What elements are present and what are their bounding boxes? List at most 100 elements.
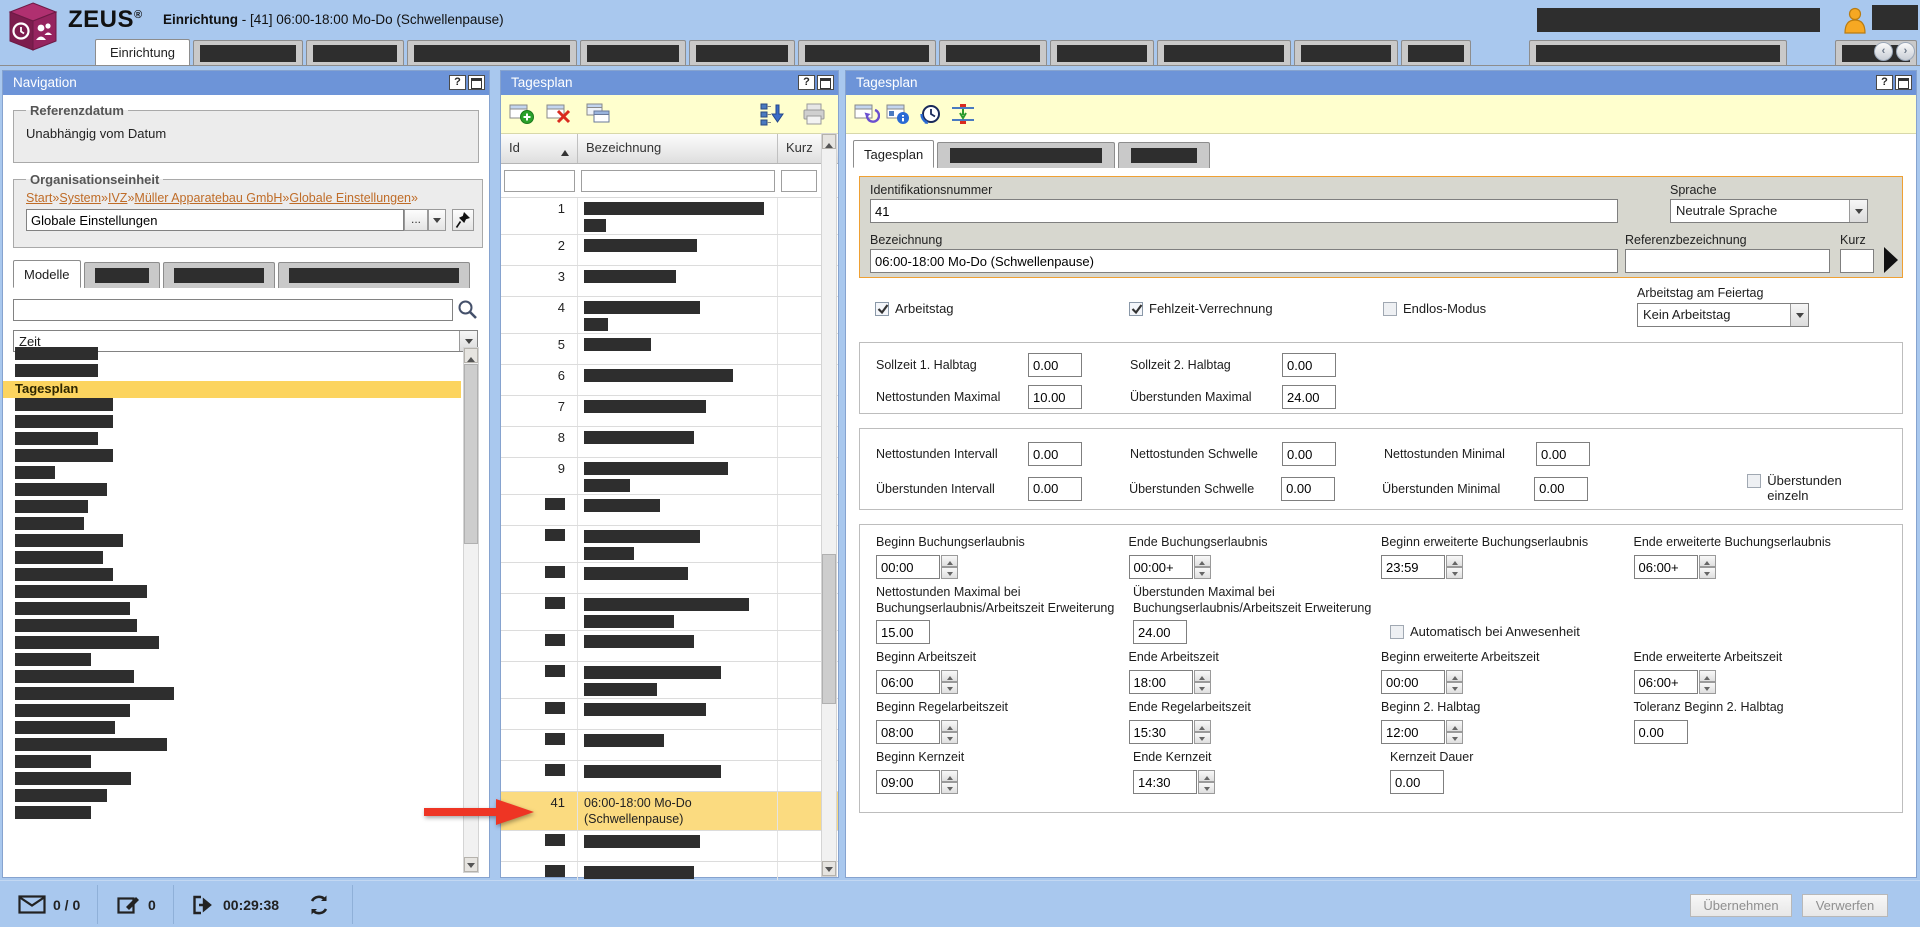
table-row[interactable]: 6 [501,365,838,396]
spin-down-icon[interactable] [941,682,958,694]
field-input[interactable] [1133,770,1197,794]
field-input[interactable] [876,620,930,644]
table-row[interactable]: 1 [501,198,838,235]
redacted-tab[interactable] [798,40,936,65]
refresh-status[interactable] [308,881,330,927]
list-item[interactable] [15,721,461,734]
redacted-tab[interactable] [306,40,404,65]
user-icon[interactable] [1842,7,1868,34]
expand-tree-icon[interactable] [759,102,785,126]
table-row[interactable]: 9 [501,458,838,495]
redacted-tab[interactable] [1118,142,1210,168]
field-input[interactable] [1028,442,1082,466]
list-item[interactable] [15,398,461,411]
breadcrumb-link[interactable]: System [59,191,101,205]
id-input[interactable] [870,199,1618,223]
spin-up-icon[interactable] [941,555,958,567]
redacted-tab[interactable] [163,262,275,288]
table-row[interactable] [501,563,838,594]
list-item[interactable] [15,619,461,632]
list-item[interactable] [15,704,461,717]
spinner-buttons[interactable] [941,670,958,694]
field-input[interactable] [1282,442,1336,466]
spin-down-icon[interactable] [1198,782,1215,794]
list-item[interactable] [15,585,461,598]
search-icon[interactable] [456,298,479,321]
redacted-tab[interactable] [84,262,160,288]
history-icon[interactable] [918,102,944,126]
table-row[interactable] [501,761,838,792]
field-input[interactable] [1381,720,1445,744]
print-icon[interactable] [801,102,827,126]
field-input[interactable] [1028,385,1082,409]
field-input[interactable] [1390,770,1444,794]
list-item[interactable] [15,806,461,819]
table-row[interactable]: 8 [501,427,838,458]
breadcrumb-link[interactable]: Müller Apparatebau GmbH [134,191,282,205]
spin-up-icon[interactable] [1446,670,1463,682]
spin-down-icon[interactable] [941,782,958,794]
checkbox-unchecked[interactable] [1383,302,1397,316]
checkbox-überstunden-einzeln[interactable]: Überstunden einzeln [1747,474,1886,503]
spinner-buttons[interactable] [1194,720,1211,744]
list-item[interactable] [15,466,461,479]
spinner-buttons[interactable] [1446,670,1463,694]
discard-button[interactable]: Verwerfen [1802,894,1888,917]
kurz-input[interactable] [1840,249,1874,273]
spinner-buttons[interactable] [1446,720,1463,744]
pin-button[interactable] [452,209,474,231]
list-item[interactable] [15,636,461,649]
spinner-buttons[interactable] [1446,555,1463,579]
table-row[interactable]: 4 [501,297,838,334]
reload-record-icon[interactable] [854,102,880,126]
spin-up-icon[interactable] [941,770,958,782]
spin-up-icon[interactable] [1194,720,1211,732]
table-row[interactable]: 3 [501,266,838,297]
spinner-buttons[interactable] [941,555,958,579]
redacted-tab[interactable] [1050,40,1154,65]
scroll-down-button[interactable] [822,861,836,876]
spin-up-icon[interactable] [1446,555,1463,567]
table-row[interactable]: 4106:00-18:00 Mo-Do (Schwellenpause) [501,792,838,831]
list-item[interactable] [15,755,461,768]
spin-down-icon[interactable] [1446,732,1463,744]
spin-down-icon[interactable] [941,567,958,579]
field-input[interactable] [1129,555,1193,579]
spinner-buttons[interactable] [1194,670,1211,694]
edit-status[interactable]: 0 [117,881,156,927]
spin-up-icon[interactable] [1198,770,1215,782]
checkbox-checked[interactable] [1129,302,1143,316]
spin-down-icon[interactable] [941,732,958,744]
spinner-buttons[interactable] [941,720,958,744]
checkbox-automatisch-bei-anwesenheit[interactable]: Automatisch bei Anwesenheit [1390,625,1580,639]
redacted-tab[interactable] [580,40,686,65]
mail-status[interactable]: 0 / 0 [18,881,80,927]
org-browse-button[interactable]: ... [404,209,428,231]
redacted-tab[interactable] [1401,40,1471,65]
field-input[interactable] [1282,353,1336,377]
field-input[interactable] [1129,670,1193,694]
column-header-kurz[interactable]: Kurz [778,134,822,163]
spinner-buttons[interactable] [1699,555,1716,579]
list-item[interactable] [15,653,461,666]
spin-down-icon[interactable] [1446,567,1463,579]
maximize-button[interactable] [1895,75,1912,90]
list-item[interactable] [15,449,461,462]
field-input[interactable] [1028,353,1082,377]
list-item[interactable] [15,568,461,581]
model-search-input[interactable] [13,299,453,321]
redacted-tab[interactable] [407,40,577,65]
table-row[interactable] [501,831,838,862]
expand-arrow-button[interactable] [1884,247,1898,273]
field-input[interactable] [876,670,940,694]
sidebar-item-tagesplan[interactable]: Tagesplan [3,381,461,398]
list-item[interactable] [15,670,461,683]
redacted-tab[interactable] [193,40,303,65]
delete-record-icon[interactable] [546,102,572,126]
scroll-down-button[interactable] [464,857,478,872]
spinner-buttons[interactable] [1198,770,1215,794]
list-item[interactable] [15,483,461,496]
tab-modelle[interactable]: Modelle [13,260,81,288]
spin-up-icon[interactable] [941,670,958,682]
field-input[interactable] [876,770,940,794]
